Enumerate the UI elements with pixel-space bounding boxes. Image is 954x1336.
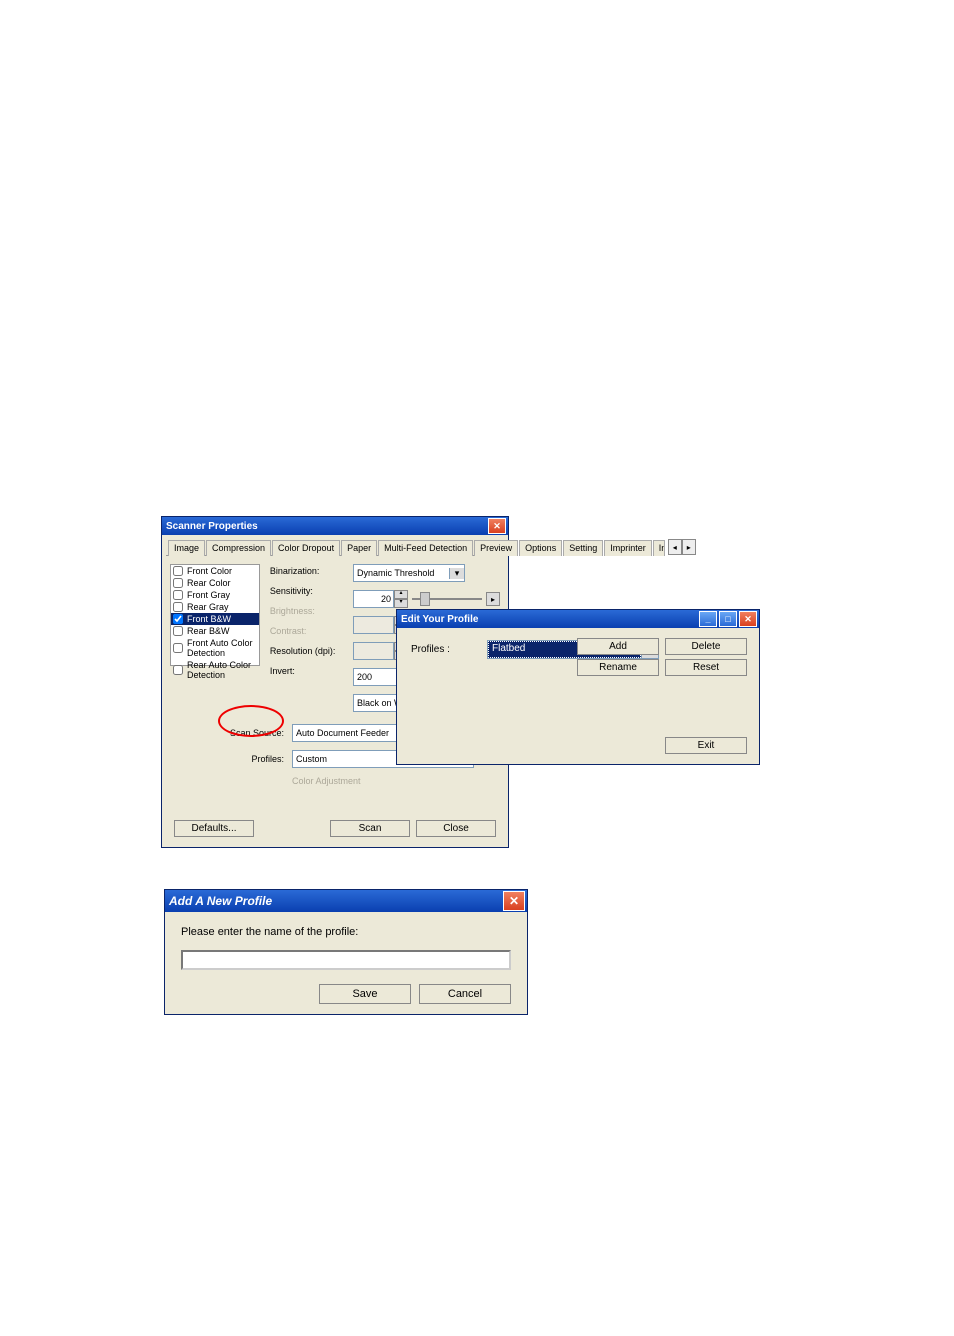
save-button[interactable]: Save [319,984,411,1004]
list-item[interactable]: Front Auto Color Detection [171,637,259,659]
label-profiles: Profiles : [411,644,450,655]
reset-button[interactable]: Reset [665,659,747,676]
add-button[interactable]: Add [577,638,659,655]
list-item-label: Front Gray [187,590,230,600]
contrast-value [353,642,394,660]
label-brightness: Brightness: [270,606,343,616]
window-title: Add A New Profile [169,894,272,908]
tab-options[interactable]: Options [519,540,562,556]
exit-button[interactable]: Exit [665,737,747,754]
list-item-label: Front Color [187,566,232,576]
select-value: Dynamic Threshold [354,568,449,578]
tab-multifeed[interactable]: Multi-Feed Detection [378,540,473,556]
spin-up-icon[interactable]: ▴ [394,590,408,599]
checkbox[interactable] [173,590,183,600]
titlebar[interactable]: Add A New Profile ✕ [165,890,527,912]
tab-scroll: ◂ ▸ [668,539,696,555]
list-item[interactable]: Front B&W [171,613,259,625]
tab-strip: Image Compression Color Dropout Paper Mu… [166,539,504,556]
label-sensitivity: Sensitivity: [270,586,343,596]
label-binarization: Binarization: [270,566,343,576]
list-item[interactable]: Rear Auto Color Detection [171,659,259,681]
tab-preview[interactable]: Preview [474,540,518,556]
close-icon[interactable]: ✕ [488,518,506,534]
slider-right-icon[interactable]: ▸ [486,592,500,606]
rename-button[interactable]: Rename [577,659,659,676]
titlebar[interactable]: Edit Your Profile _ □ ✕ [397,610,759,628]
label-invert: Invert: [270,666,343,676]
close-icon[interactable]: ✕ [739,611,757,627]
tab-compression[interactable]: Compression [206,540,271,556]
close-icon[interactable]: ✕ [503,891,525,911]
label-resolution: Resolution (dpi): [270,646,343,656]
list-item[interactable]: Rear Gray [171,601,259,613]
label-profiles: Profiles: [174,754,284,764]
checkbox[interactable] [173,626,183,636]
list-item-label: Rear Color [187,578,231,588]
tab-information[interactable]: In [653,540,665,556]
binarization-select[interactable]: Dynamic Threshold ▾ [353,564,465,582]
annotation-oval [218,705,284,737]
list-item-label: Rear Auto Color Detection [187,660,257,680]
list-item-label: Front Auto Color Detection [187,638,257,658]
checkbox[interactable] [173,614,183,624]
color-adjustment-row: Color Adjustment [162,772,508,790]
label-color-adjustment: Color Adjustment [292,776,361,786]
close-button[interactable]: Close [416,820,496,837]
window-title: Edit Your Profile [401,614,478,625]
spin-down-icon[interactable]: ▾ [394,599,408,608]
checkbox[interactable] [173,643,183,653]
list-item[interactable]: Front Gray [171,589,259,601]
checkbox[interactable] [173,566,183,576]
sensitivity-value[interactable] [353,590,394,608]
list-item-label: Front B&W [187,614,231,624]
chevron-down-icon[interactable]: ▾ [449,568,464,579]
list-item-label: Rear B&W [187,626,230,636]
tab-imprinter[interactable]: Imprinter [604,540,652,556]
profile-name-input[interactable] [181,950,511,970]
brightness-value [353,616,394,634]
edit-profile-dialog: Edit Your Profile _ □ ✕ Profiles : Flatb… [396,609,760,765]
field-labels: Binarization: Sensitivity: Brightness: C… [270,564,343,712]
tab-paper[interactable]: Paper [341,540,377,556]
list-item[interactable]: Rear Color [171,577,259,589]
bottom-buttons: Defaults... Scan Close [162,810,508,847]
image-type-list[interactable]: Front Color Rear Color Front Gray Rear G… [170,564,260,666]
titlebar[interactable]: Scanner Properties ✕ [162,517,508,535]
maximize-icon[interactable]: □ [719,611,737,627]
list-item-label: Rear Gray [187,602,229,612]
checkbox[interactable] [173,578,183,588]
tab-setting[interactable]: Setting [563,540,603,556]
sensitivity-slider[interactable]: ▴▾ ▸ [353,590,500,608]
tab-image[interactable]: Image [168,540,205,556]
add-profile-dialog: Add A New Profile ✕ Please enter the nam… [164,889,528,1015]
checkbox[interactable] [173,665,183,675]
prompt-text: Please enter the name of the profile: [181,926,511,938]
list-item[interactable]: Rear B&W [171,625,259,637]
cancel-button[interactable]: Cancel [419,984,511,1004]
defaults-button[interactable]: Defaults... [174,820,254,837]
scan-button[interactable]: Scan [330,820,410,837]
tab-scroll-left-icon[interactable]: ◂ [668,539,682,555]
tab-color-dropout[interactable]: Color Dropout [272,540,340,556]
label-contrast: Contrast: [270,626,343,636]
window-title: Scanner Properties [166,521,258,532]
delete-button[interactable]: Delete [665,638,747,655]
dialog-body: Profiles : Flatbed ▾ Add Delete Rename R… [397,628,759,764]
minimize-icon[interactable]: _ [699,611,717,627]
list-item[interactable]: Front Color [171,565,259,577]
tab-scroll-right-icon[interactable]: ▸ [682,539,696,555]
dialog-body: Please enter the name of the profile: Sa… [165,912,527,1014]
checkbox[interactable] [173,602,183,612]
